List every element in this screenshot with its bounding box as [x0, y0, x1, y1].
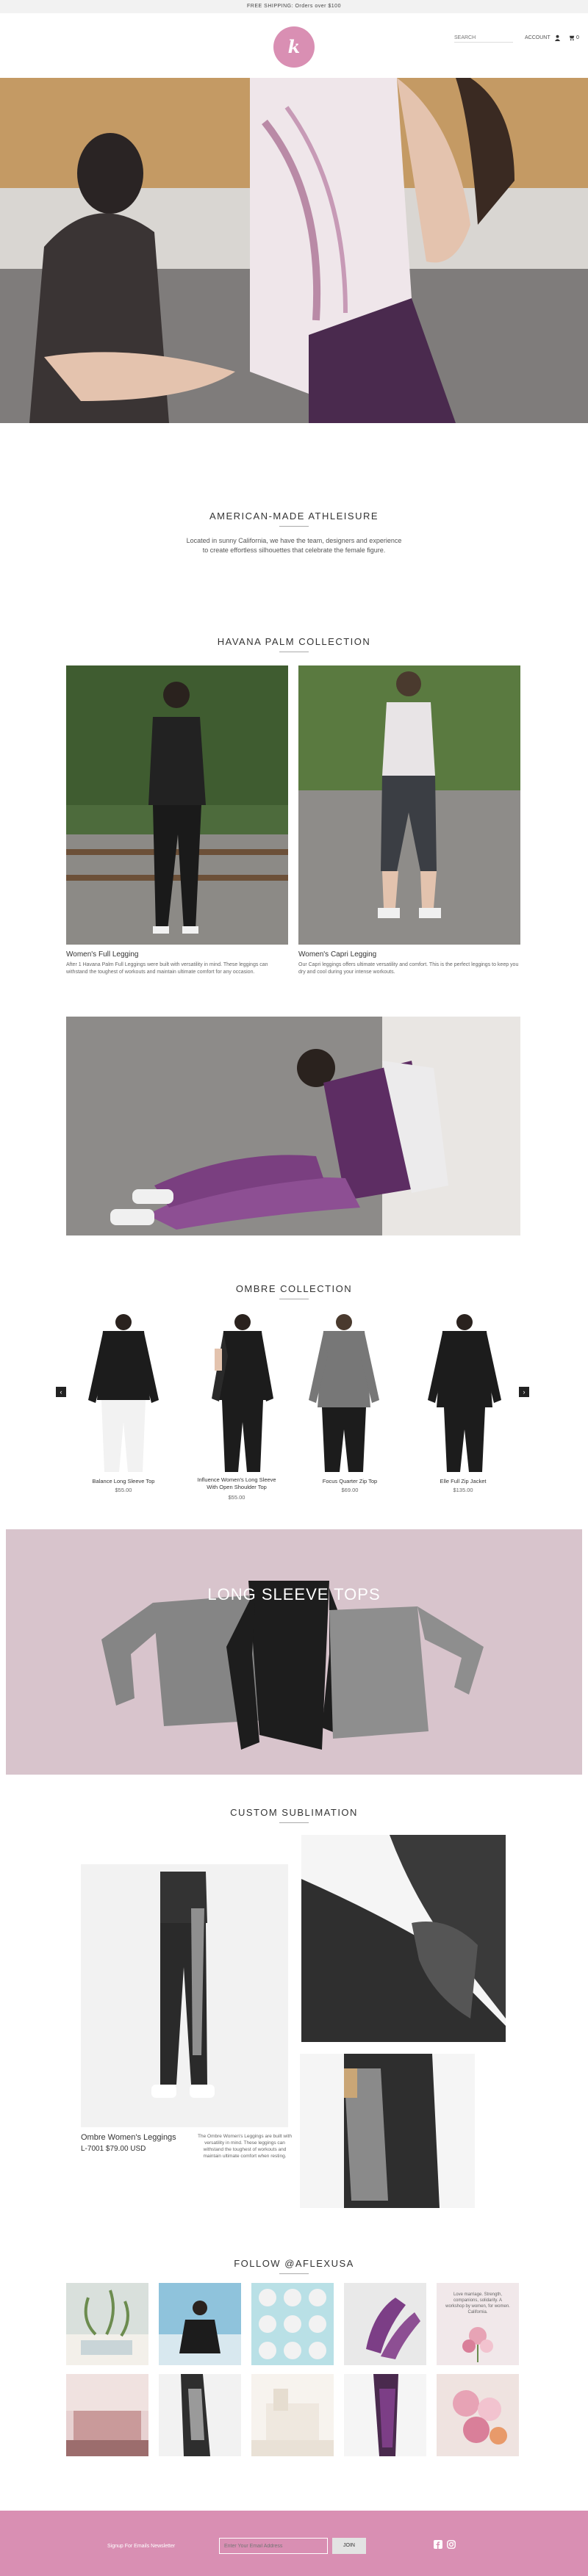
instagram-post-8[interactable]: [251, 2374, 334, 2456]
cart-count: 0: [576, 35, 579, 40]
account-link[interactable]: ACCOUNT: [525, 35, 551, 40]
hero-image: [0, 78, 588, 423]
intro-line-2: to create effortless silhouettes that ce…: [202, 546, 386, 554]
hero-illustration: [0, 78, 588, 423]
ombre-leggings-photo: [81, 1864, 288, 2127]
instagram-post-6[interactable]: [66, 2374, 148, 2456]
instagram-icon[interactable]: [447, 2540, 456, 2551]
banner-title: LONG SLEEVE TOPS: [207, 1585, 381, 1603]
influence-top-photo: [193, 1312, 293, 1472]
sublimation-product-name[interactable]: Ombre Women's Leggings: [81, 2133, 176, 2142]
product-price-balance: $55.00: [115, 1487, 132, 1493]
product-name-balance[interactable]: Balance Long Sleeve Top: [79, 1478, 168, 1485]
lifestyle-photo: [66, 1017, 520, 1235]
floral-illustration: [462, 2327, 493, 2362]
newsletter-join-button[interactable]: JOIN: [332, 2538, 366, 2554]
logo-mark: k: [287, 36, 301, 57]
leggings-mesh-detail-image: [301, 1835, 506, 2042]
product-image-elle[interactable]: [415, 1312, 514, 1472]
newsletter-label: Signup For Emails Newsletter: [107, 2544, 176, 2549]
sublimation-product-sku-price: L-7001 $79.00 USD: [81, 2145, 146, 2153]
intro-title: AMERICAN-MADE ATHLEISURE: [209, 510, 379, 522]
instagram-image-10: [453, 2390, 507, 2445]
havana-item-2-body: Our Capri leggings offers ultimate versa…: [298, 962, 519, 975]
instagram-post-1[interactable]: [66, 2283, 148, 2365]
focus-top-photo: [294, 1312, 394, 1472]
pocket-detail-photo: [300, 2054, 475, 2208]
instagram-divider: [279, 2273, 309, 2274]
havana-full-legging-image[interactable]: [66, 665, 288, 945]
instagram-image-3: [259, 2289, 326, 2359]
product-price-focus: $69.00: [341, 1487, 359, 1493]
intro-line-1: Located in sunny California, we have the…: [186, 537, 402, 544]
search-input[interactable]: [454, 35, 513, 43]
ombre-leggings-image[interactable]: [81, 1864, 288, 2127]
instagram-post-3[interactable]: [251, 2283, 334, 2365]
brand-logo[interactable]: k: [273, 26, 315, 68]
product-name-focus[interactable]: Focus Quarter Zip Top: [306, 1478, 394, 1485]
product-name-elle[interactable]: Elle Full Zip Jacket: [419, 1478, 507, 1485]
product-price-influence: $55.00: [228, 1494, 245, 1501]
havana-item-1-title[interactable]: Women's Full Legging: [66, 950, 138, 959]
header: k ACCOUNT 0: [0, 13, 588, 78]
product-image-influence[interactable]: [193, 1312, 293, 1472]
product-price-elle: $135.00: [453, 1487, 473, 1493]
sublimation-product-desc: The Ombre Women's Leggings are built wit…: [198, 2134, 292, 2159]
carousel-next-button[interactable]: ›: [519, 1387, 529, 1397]
elle-jacket-photo: [415, 1312, 514, 1472]
product-image-balance[interactable]: [74, 1312, 173, 1472]
long-sleeve-banner[interactable]: [6, 1529, 582, 1775]
havana-item-2-title[interactable]: Women's Capri Legging: [298, 950, 376, 959]
user-icon[interactable]: [554, 35, 561, 43]
cart-icon[interactable]: 0: [569, 35, 579, 41]
instagram-post-9[interactable]: [344, 2374, 426, 2456]
instagram-post-2[interactable]: [159, 2283, 241, 2365]
instagram-title: FOLLOW @AFLEXUSA: [234, 2258, 354, 2269]
long-sleeve-tops-photo: [101, 1581, 484, 1750]
product-image-focus[interactable]: [294, 1312, 394, 1472]
facebook-icon[interactable]: [434, 2540, 442, 2551]
mesh-detail-photo: [301, 1835, 506, 2042]
announcement-bar: FREE SHIPPING: Orders over $100: [0, 0, 588, 13]
instagram-image-8: [251, 2389, 334, 2456]
havana-capri-legging-image[interactable]: [298, 665, 520, 945]
havana-title: HAVANA PALM COLLECTION: [217, 636, 371, 647]
havana-item-1-body: After 1 Havana Palm Full Leggings were b…: [66, 962, 268, 975]
ombre-title: OMBRE COLLECTION: [235, 1283, 353, 1294]
instagram-image-2: [159, 2301, 241, 2365]
instagram-image-1: [66, 2290, 148, 2365]
instagram-image-4: [366, 2298, 420, 2359]
instagram-image-9: [373, 2374, 398, 2456]
product-name-influence[interactable]: Influence Women's Long Sleeve With Open …: [193, 1476, 281, 1491]
instagram-quote: Love marriage. Strength, companions, sol…: [445, 2292, 510, 2315]
full-legging-photo: [66, 665, 288, 945]
carousel-prev-button[interactable]: ‹: [56, 1387, 66, 1397]
instagram-post-10[interactable]: [437, 2374, 519, 2456]
sublimation-title: CUSTOM SUBLIMATION: [230, 1807, 358, 1818]
capri-legging-photo: [298, 665, 520, 945]
balance-top-photo: [74, 1312, 173, 1472]
instagram-post-4[interactable]: [344, 2283, 426, 2365]
instagram-image-7: [181, 2374, 210, 2456]
leggings-pocket-detail-image: [300, 2054, 475, 2208]
havana-lifestyle-image: [66, 1017, 520, 1235]
newsletter-email-input[interactable]: [219, 2538, 328, 2554]
instagram-post-5[interactable]: Love marriage. Strength, companions, sol…: [437, 2283, 519, 2365]
instagram-post-7[interactable]: [159, 2374, 241, 2456]
instagram-image-6: [66, 2374, 148, 2456]
intro-divider: [279, 526, 309, 527]
sublimation-divider: [279, 1822, 309, 1823]
